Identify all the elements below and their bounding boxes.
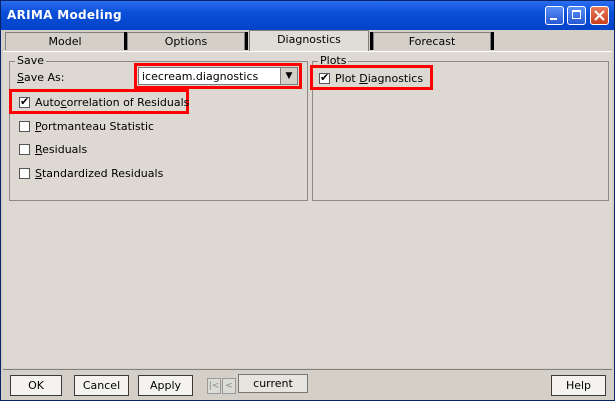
save-as-dropdown[interactable]: icecream.diagnostics ▼ bbox=[138, 67, 298, 85]
portmanteau-checkbox[interactable] bbox=[19, 120, 30, 132]
apply-button[interactable]: Apply bbox=[138, 375, 193, 396]
close-button[interactable] bbox=[590, 6, 609, 25]
title-bar: ARIMA Modeling bbox=[1, 1, 614, 30]
autocorrelation-label: Autocorrelation of Residuals bbox=[35, 95, 190, 109]
portmanteau-label: Portmanteau Statistic bbox=[35, 119, 155, 133]
help-button[interactable]: Help bbox=[551, 375, 606, 396]
standardized-residuals-checkbox[interactable] bbox=[19, 167, 30, 179]
prev-icon[interactable]: < bbox=[222, 378, 236, 394]
tab-options[interactable]: Options bbox=[127, 32, 245, 50]
save-as-label-accel: S bbox=[17, 71, 24, 84]
plot-diagnostics-label: Plot Diagnostics bbox=[335, 71, 424, 85]
ok-button[interactable]: OK bbox=[10, 375, 62, 396]
residuals-label: Residuals bbox=[35, 142, 88, 156]
arima-window: ARIMA Modeling Model Options Diagnostics… bbox=[0, 0, 615, 401]
cancel-button[interactable]: Cancel bbox=[74, 375, 129, 396]
standardized-residuals-checkbox-row[interactable]: Standardized Residuals bbox=[19, 165, 163, 181]
maximize-button[interactable] bbox=[567, 6, 586, 25]
portmanteau-checkbox-row[interactable]: Portmanteau Statistic bbox=[19, 118, 154, 134]
minimize-button[interactable] bbox=[545, 6, 564, 25]
diagnostics-panel: Save Save As: icecream.diagnostics ▼ ✔ A… bbox=[3, 51, 612, 368]
close-icon bbox=[594, 10, 605, 21]
window-title: ARIMA Modeling bbox=[7, 8, 122, 22]
chevron-down-icon[interactable]: ▼ bbox=[280, 68, 297, 84]
checkmark-icon: ✔ bbox=[20, 94, 30, 108]
tab-separator bbox=[491, 32, 494, 50]
residuals-checkbox[interactable] bbox=[19, 143, 30, 155]
autocorrelation-checkbox-row[interactable]: ✔ Autocorrelation of Residuals bbox=[19, 94, 189, 110]
tab-strip: Model Options Diagnostics Forecast bbox=[1, 30, 614, 52]
first-icon[interactable]: |< bbox=[207, 378, 221, 394]
save-as-value: icecream.diagnostics bbox=[142, 70, 259, 83]
save-as-label-text: ave As: bbox=[23, 71, 65, 84]
tab-separator bbox=[245, 32, 248, 50]
autocorrelation-checkbox[interactable]: ✔ bbox=[19, 94, 30, 108]
save-group-label: Save bbox=[15, 54, 47, 67]
tab-model[interactable]: Model bbox=[5, 32, 125, 50]
current-indicator: current bbox=[238, 374, 308, 393]
residuals-checkbox-row[interactable]: Residuals bbox=[19, 141, 87, 157]
tab-diagnostics[interactable]: Diagnostics bbox=[249, 30, 369, 51]
plot-diagnostics-checkbox-row[interactable]: ✔ Plot Diagnostics bbox=[319, 70, 423, 86]
save-as-label: Save As: bbox=[17, 71, 64, 84]
button-bar: OK Cancel Apply |< < current Help bbox=[3, 369, 612, 400]
tab-forecast[interactable]: Forecast bbox=[373, 32, 491, 50]
plot-diagnostics-checkbox[interactable]: ✔ bbox=[319, 70, 330, 84]
standardized-residuals-label: Standardized Residuals bbox=[35, 166, 164, 180]
checkmark-icon: ✔ bbox=[320, 70, 330, 84]
